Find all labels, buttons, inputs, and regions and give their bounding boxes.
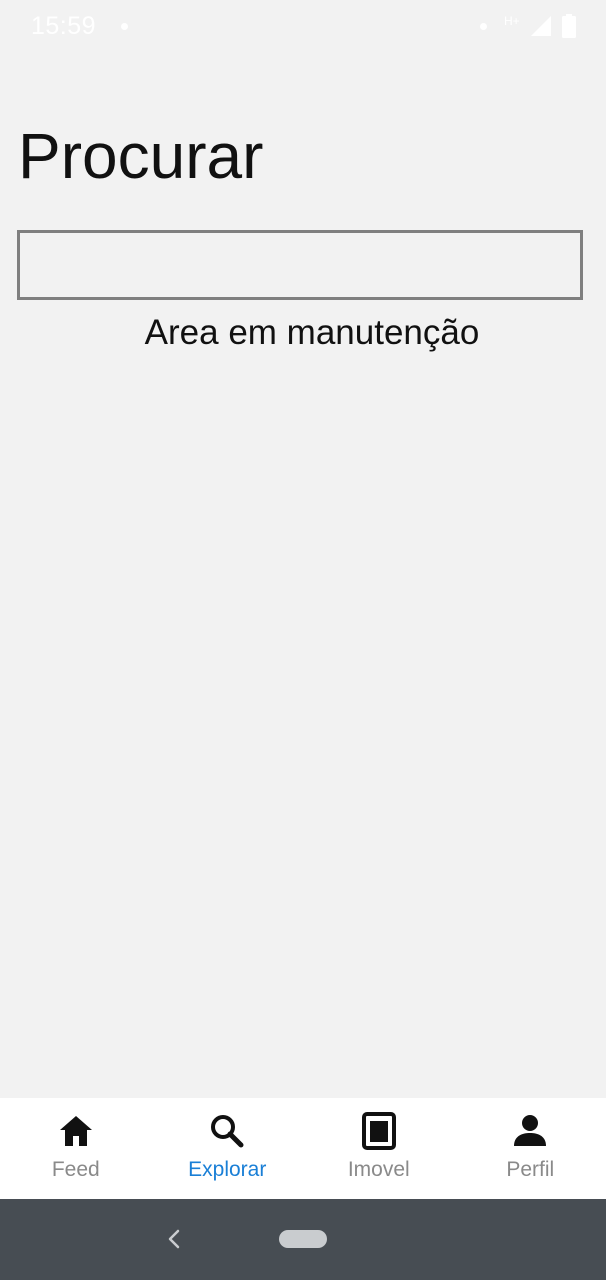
nav-item-feed[interactable]: Feed <box>0 1098 152 1199</box>
app-screen: 15:59 H+ Procurar Area em manutenção Fee… <box>0 0 606 1280</box>
person-icon <box>514 1115 547 1146</box>
status-time: 15:59 <box>31 12 97 40</box>
status-bar: 15:59 H+ <box>0 0 606 54</box>
nav-label-perfil: Perfil <box>506 1158 555 1181</box>
nav-item-perfil[interactable]: Perfil <box>455 1098 606 1199</box>
nav-label-imovel: Imovel <box>347 1158 410 1181</box>
nav-label-explorar: Explorar <box>188 1158 267 1181</box>
nav-label-feed: Feed <box>51 1158 100 1181</box>
home-icon <box>59 1116 92 1146</box>
home-pill-button[interactable] <box>279 1230 327 1248</box>
signal-icon <box>531 16 551 36</box>
nav-item-explorar[interactable]: Explorar <box>152 1098 304 1199</box>
network-type-label: H+ <box>504 14 520 28</box>
battery-icon <box>562 14 576 38</box>
maintenance-message: Area em manutenção <box>144 313 480 352</box>
bottom-navigation: Feed Explorar Imovel Perfil <box>0 1098 606 1199</box>
back-icon[interactable] <box>160 1223 188 1255</box>
notification-dot-icon <box>480 23 487 30</box>
document-icon <box>361 1112 396 1150</box>
nav-item-imovel[interactable]: Imovel <box>303 1098 455 1199</box>
system-navigation-bar <box>0 1199 606 1280</box>
page-title: Procurar <box>18 120 264 192</box>
search-icon <box>211 1115 244 1148</box>
search-input[interactable] <box>17 230 583 300</box>
notification-dot-icon <box>121 23 128 30</box>
